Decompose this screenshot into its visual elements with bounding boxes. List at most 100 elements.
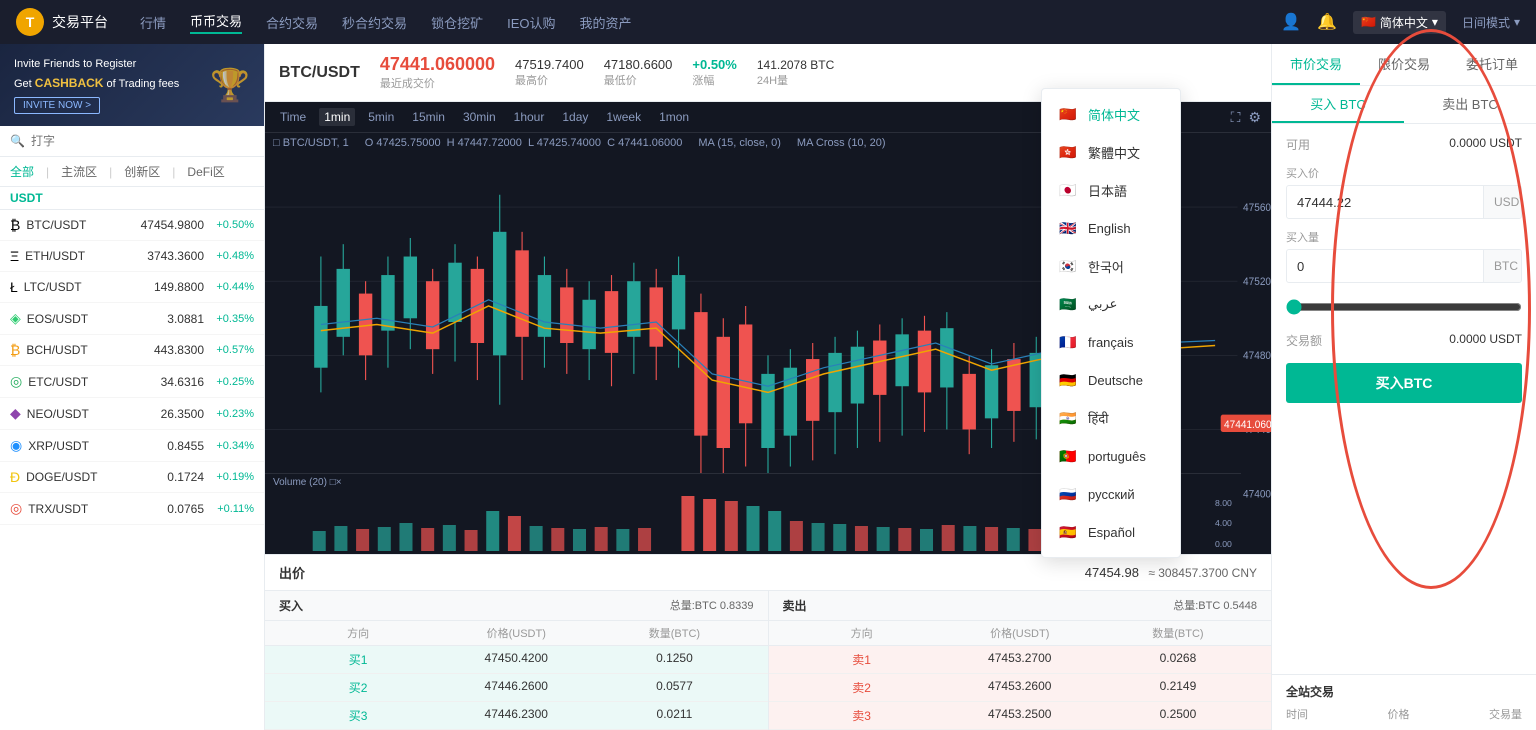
buy-table-total: 总量:BTC 0.8339 [670, 597, 754, 614]
nav-second-futures[interactable]: 秒合约交易 [342, 13, 407, 32]
lang-option-spanish[interactable]: 🇪🇸 Español [1042, 513, 1180, 551]
market-tabs: 全部 | 主流区 | 创新区 | DeFi区 [0, 157, 264, 187]
expand-icon[interactable]: ⛶ [1231, 109, 1241, 126]
nav-assets[interactable]: 我的资产 [579, 13, 631, 32]
tf-1min[interactable]: 1min [319, 108, 355, 126]
nav-futures[interactable]: 合约交易 [266, 13, 318, 32]
coin-name: LTC/USDT [24, 280, 124, 294]
nav-market[interactable]: 行情 [140, 13, 166, 32]
buy-dir-2: 买2 [279, 679, 437, 696]
search-input[interactable] [31, 134, 254, 148]
ma-label: MA (15, close, 0) [698, 137, 781, 149]
tf-5min[interactable]: 5min [363, 108, 399, 126]
mode-chevron-icon: ▾ [1514, 15, 1520, 29]
settings-icon[interactable]: ⚙ [1248, 109, 1261, 126]
coin-change: +0.23% [204, 408, 254, 420]
svg-text:47560: 47560 [1243, 201, 1271, 214]
list-item[interactable]: Ξ ETH/USDT 3743.3600 +0.48% [0, 241, 264, 272]
buy-order-row[interactable]: 买2 47446.2600 0.0577 [265, 674, 768, 702]
lang-option-french[interactable]: 🇫🇷 français [1042, 323, 1180, 361]
language-dropdown[interactable]: 🇨🇳 简体中文 🇭🇰 繁體中文 🇯🇵 日本語 🇬🇧 English 🇰🇷 한국어… [1041, 88, 1181, 558]
lang-option-japanese[interactable]: 🇯🇵 日本語 [1042, 171, 1180, 209]
tab-limit-order[interactable]: 限价交易 [1360, 44, 1448, 85]
tf-1mon[interactable]: 1mon [654, 108, 694, 126]
low-price-block: 47180.6600 最低价 [604, 57, 673, 88]
nav-ieo[interactable]: IEO认购 [507, 13, 555, 32]
nav-spot-trade[interactable]: 币币交易 [190, 11, 242, 34]
lang-option-russian[interactable]: 🇷🇺 русский [1042, 475, 1180, 513]
sell-order-row[interactable]: 卖3 47453.2500 0.2500 [769, 702, 1272, 730]
xrp-icon: ◉ [10, 437, 22, 454]
logo[interactable]: T 交易平台 [16, 8, 108, 36]
list-item[interactable]: ◈ EOS/USDT 3.0881 +0.35% [0, 303, 264, 335]
sell-col-header: 方向 价格(USDT) 数量(BTC) [769, 621, 1272, 646]
lang-option-hindi[interactable]: 🇮🇳 हिंदी [1042, 399, 1180, 437]
lang-option-portuguese[interactable]: 🇵🇹 português [1042, 437, 1180, 475]
list-item[interactable]: Ł LTC/USDT 149.8800 +0.44% [0, 272, 264, 303]
tf-1day[interactable]: 1day [557, 108, 593, 126]
tab-mainstream[interactable]: 主流区 [61, 163, 97, 180]
buy-price-unit: USDT [1483, 186, 1522, 218]
tf-1week[interactable]: 1week [601, 108, 646, 126]
user-icon[interactable]: 👤 [1281, 12, 1301, 32]
mode-button[interactable]: 日间模式 ▾ [1462, 14, 1520, 31]
tf-1hour[interactable]: 1hour [509, 108, 550, 126]
buy-order-row[interactable]: 买3 47446.2300 0.0211 [265, 702, 768, 730]
buy-qty-field[interactable]: BTC [1286, 249, 1522, 283]
nav-mining[interactable]: 锁仓挖矿 [431, 13, 483, 32]
list-item[interactable]: ◆ NEO/USDT 26.3500 +0.23% [0, 398, 264, 430]
bid-title: 出价 [279, 563, 305, 582]
sell-order-row[interactable]: 卖1 47453.2700 0.0268 [769, 646, 1272, 674]
tab-innovation[interactable]: 创新区 [124, 163, 160, 180]
lang-label: 简体中文 [1380, 14, 1428, 31]
flag-cn: 🇨🇳 [1058, 104, 1078, 124]
tab-market-order[interactable]: 市价交易 [1272, 44, 1360, 85]
invite-now-button[interactable]: INVITE NOW > [14, 97, 100, 114]
available-value: 0.0000 USDT [1449, 136, 1522, 153]
tab-order-list[interactable]: 委托订单 [1448, 44, 1536, 85]
lang-option-korean[interactable]: 🇰🇷 한국어 [1042, 247, 1180, 285]
tf-time[interactable]: Time [275, 108, 311, 126]
buy-qty-3: 0.0211 [595, 707, 753, 724]
svg-text:8.00: 8.00 [1215, 498, 1232, 508]
buy-order-row[interactable]: 买1 47450.4200 0.1250 [265, 646, 768, 674]
bid-price-area: 47454.98 ≈ 308457.3700 CNY [1085, 565, 1257, 580]
buy-qty-input[interactable] [1287, 252, 1483, 281]
lang-option-german[interactable]: 🇩🇪 Deutsche [1042, 361, 1180, 399]
svg-text:47480: 47480 [1243, 350, 1271, 363]
list-item[interactable]: Ð DOGE/USDT 0.1724 +0.19% [0, 462, 264, 493]
buy-price-field[interactable]: USDT [1286, 185, 1522, 219]
lang-option-simplified-chinese[interactable]: 🇨🇳 简体中文 [1042, 95, 1180, 133]
flag-sa: 🇸🇦 [1058, 294, 1078, 314]
list-item[interactable]: ◉ XRP/USDT 0.8455 +0.34% [0, 430, 264, 462]
invite-banner: Invite Friends to Register Get CASHBACK … [0, 44, 264, 126]
list-item[interactable]: ◎ TRX/USDT 0.0765 +0.11% [0, 493, 264, 525]
bell-icon[interactable]: 🔔 [1317, 12, 1337, 32]
all-trades-title: 全站交易 [1286, 683, 1522, 700]
search-icon: 🔍 [10, 134, 25, 148]
slider-row [1286, 293, 1522, 324]
list-item[interactable]: ◎ ETC/USDT 34.6316 +0.25% [0, 366, 264, 398]
tab-defi[interactable]: DeFi区 [187, 163, 224, 180]
all-trades-cols: 时间 价格 交易量 [1286, 706, 1522, 722]
amount-slider[interactable] [1286, 299, 1522, 315]
ltc-icon: Ł [10, 279, 18, 295]
language-button[interactable]: 🇨🇳 简体中文 ▾ [1353, 11, 1446, 34]
nav-items: 行情 币币交易 合约交易 秒合约交易 锁仓挖矿 IEO认购 我的资产 [140, 11, 1281, 34]
tab-sell-btc[interactable]: 卖出 BTC [1404, 86, 1536, 123]
tf-30min[interactable]: 30min [458, 108, 501, 126]
tf-15min[interactable]: 15min [407, 108, 450, 126]
lang-option-english[interactable]: 🇬🇧 English [1042, 209, 1180, 247]
buy-btc-button[interactable]: 买入BTC [1286, 363, 1522, 403]
buy-price-input[interactable] [1287, 188, 1483, 217]
tab-buy-btc[interactable]: 买入 BTC [1272, 86, 1404, 123]
tab-all[interactable]: 全部 [10, 163, 34, 180]
low-price-val: 47180.6600 [604, 57, 673, 72]
sell-dir-1: 卖1 [783, 651, 941, 668]
sell-order-row[interactable]: 卖2 47453.2600 0.2149 [769, 674, 1272, 702]
lang-option-arabic[interactable]: 🇸🇦 عربي [1042, 285, 1180, 323]
lang-option-traditional-chinese[interactable]: 🇭🇰 繁體中文 [1042, 133, 1180, 171]
list-item[interactable]: ₿ BTC/USDT 47454.9800 +0.50% [0, 210, 264, 241]
neo-icon: ◆ [10, 405, 21, 422]
list-item[interactable]: ₿ BCH/USDT 443.8300 +0.57% [0, 335, 264, 366]
